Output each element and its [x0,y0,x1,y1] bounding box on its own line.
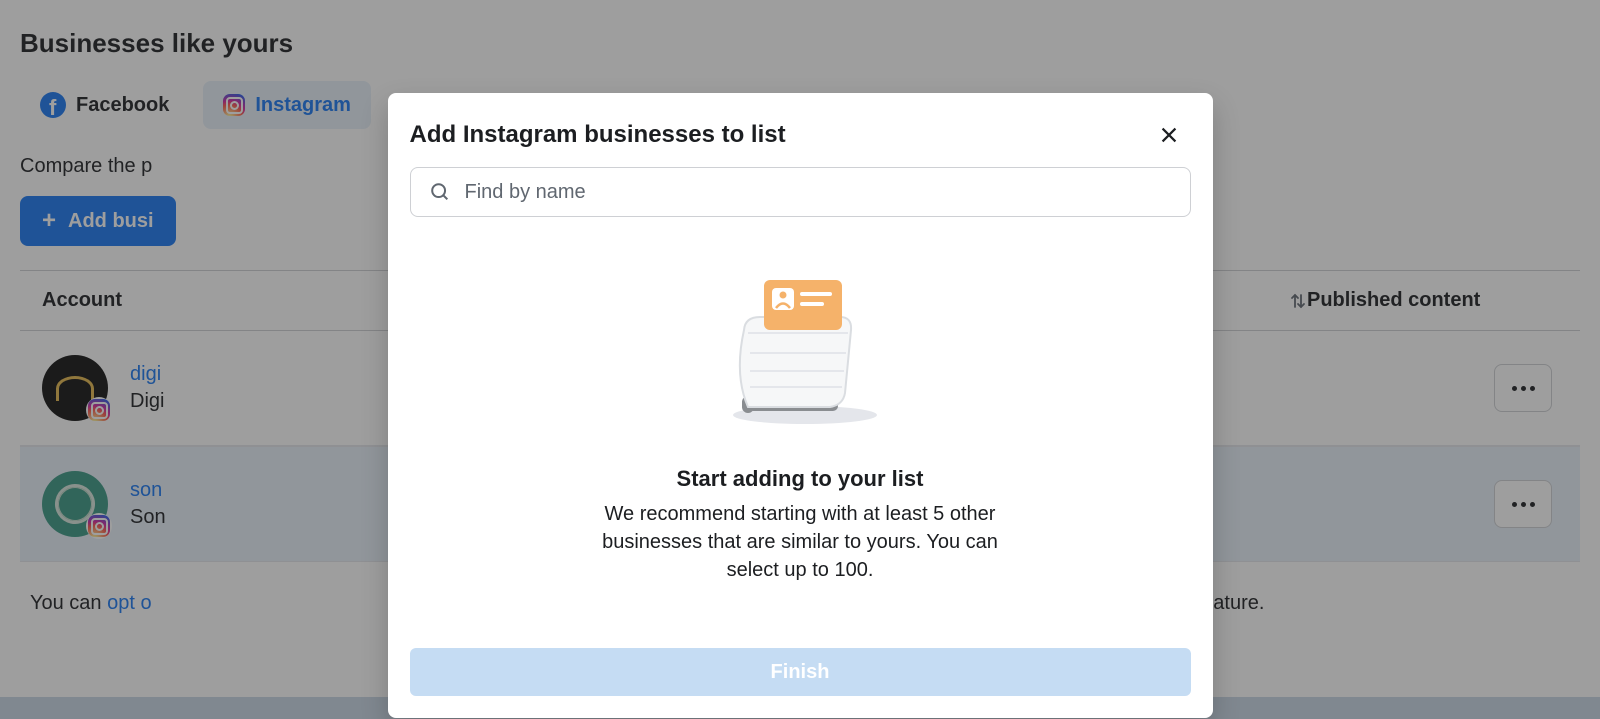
modal-title: Add Instagram businesses to list [410,121,786,149]
add-instagram-modal: Add Instagram businesses to list [388,93,1213,718]
modal-header: Add Instagram businesses to list [388,93,1213,167]
empty-state-illustration [720,275,880,430]
search-field-wrapper[interactable] [410,167,1191,217]
close-button[interactable] [1153,119,1185,151]
search-icon [429,181,451,203]
close-icon [1158,124,1180,146]
finish-button-label: Finish [771,661,830,683]
empty-state-body: We recommend starting with at least 5 ot… [585,500,1015,584]
modal-body: Start adding to your list We recommend s… [388,167,1213,718]
finish-button[interactable]: Finish [410,648,1191,696]
empty-state-title: Start adding to your list [677,466,924,492]
modal-overlay[interactable]: Add Instagram businesses to list [0,0,1600,719]
search-input[interactable] [465,181,1172,204]
